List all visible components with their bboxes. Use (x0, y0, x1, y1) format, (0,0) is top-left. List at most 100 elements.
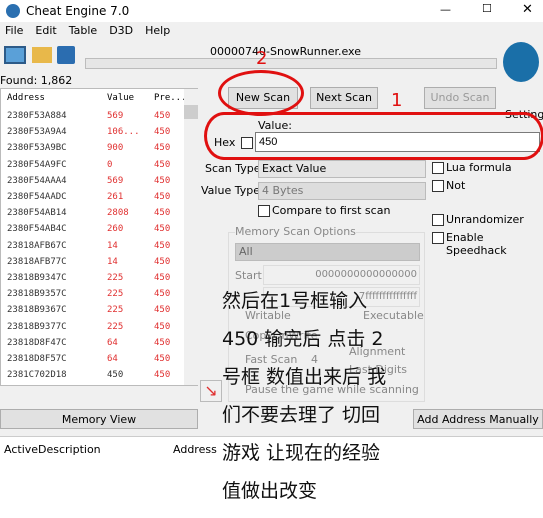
start-label: Start (235, 269, 262, 282)
col-description[interactable]: Description (38, 443, 101, 456)
caption-line: 号框 数值出来后 我 (222, 366, 387, 388)
scan-type-label: Scan Type (205, 162, 261, 175)
close-button[interactable]: ✕ (522, 2, 533, 17)
cheat-engine-logo[interactable] (503, 42, 539, 82)
open-process-icon[interactable] (4, 46, 26, 64)
caption-line: 们不要去理了 切回 (222, 404, 381, 426)
address-cell: 2380F53A884 (7, 111, 67, 121)
window-title: Cheat Engine 7.0 (26, 4, 130, 18)
unrandomizer-checkbox[interactable] (432, 214, 444, 226)
previous-cell: 450 (154, 175, 171, 186)
value-cell: 225 (107, 273, 124, 283)
previous-cell: 450 (154, 127, 171, 138)
add-to-list-arrow-icon[interactable]: ↘ (200, 380, 222, 402)
list-item[interactable]: 2380F54AB4C 260 450 (1, 222, 181, 238)
previous-cell: 450 (154, 370, 171, 381)
previous-cell: 450 (154, 208, 171, 219)
col-address[interactable]: Address (173, 443, 217, 456)
speedhack-label: Enable Speedhack (446, 231, 507, 257)
col-active[interactable]: Active (4, 443, 38, 456)
executable-label[interactable]: Executable (363, 309, 424, 322)
list-item[interactable]: 23818B9357C 225 450 (1, 287, 181, 303)
menu-help[interactable]: Help (145, 24, 170, 40)
previous-cell: 450 (154, 337, 171, 348)
app-icon (6, 4, 20, 18)
speedhack-checkbox[interactable] (432, 232, 444, 244)
scrollbar[interactable] (184, 89, 198, 385)
caption-line: 游戏 让现在的经验 (222, 442, 381, 464)
save-icon[interactable] (57, 46, 75, 64)
value-cell: 569 (107, 175, 124, 186)
memory-view-button[interactable]: Memory View (0, 409, 198, 429)
previous-cell: 450 (154, 111, 171, 121)
previous-cell: 450 (154, 224, 171, 235)
col-address[interactable]: Address (7, 93, 45, 103)
previous-cell: 450 (154, 143, 171, 154)
value-cell: 261 (107, 192, 124, 202)
not-checkbox[interactable] (432, 180, 444, 192)
list-item[interactable]: 23818B9347C 225 450 (1, 271, 181, 287)
address-cell: 23818D8F47C (7, 337, 67, 348)
previous-cell: 450 (154, 256, 171, 267)
previous-cell: 450 (154, 321, 171, 332)
menu-file[interactable]: File (5, 24, 23, 40)
value-type-select[interactable]: 4 Bytes (258, 182, 426, 200)
address-cell: 2380F54AB14 (7, 208, 67, 219)
list-item[interactable]: 23818D8F57C 64 450 (1, 352, 181, 368)
list-item[interactable]: 2380F53A884 569 450 (1, 109, 181, 125)
found-count: Found: 1,862 (0, 74, 73, 87)
value-cell: 64 (107, 354, 118, 364)
list-item[interactable]: 2381C702D18 450 450 (1, 368, 181, 384)
progress-bar (85, 58, 497, 69)
address-cell: 2380F53A9BC (7, 143, 67, 154)
value-cell: 260 (107, 224, 124, 235)
value-cell: 225 (107, 289, 124, 300)
address-cell: 23818AFB67C (7, 240, 67, 251)
col-previous[interactable]: Pre... (154, 93, 187, 103)
unrandomizer-label: Unrandomizer (446, 213, 524, 226)
list-header: Address Value Pre... (1, 91, 187, 107)
compare-first-checkbox[interactable] (258, 205, 270, 217)
list-item[interactable]: 2380F54AB14 2808 450 (1, 206, 181, 222)
value-cell: 569 (107, 111, 124, 121)
undo-scan-button[interactable]: Undo Scan (424, 87, 496, 109)
list-item[interactable]: 23818B9377C 225 450 (1, 320, 181, 336)
previous-cell: 450 (154, 289, 171, 300)
next-scan-button[interactable]: Next Scan (310, 87, 378, 109)
menu-table[interactable]: Table (69, 24, 97, 40)
results-list[interactable]: Address Value Pre... 2380F53A884 569 450 23… (0, 88, 198, 386)
address-cell: 23818B9347C (7, 273, 67, 283)
annotation-circle-new-scan (218, 70, 304, 116)
address-cell: 2380F53A9A4 (7, 127, 67, 138)
list-item[interactable]: 2380F53A9A4 106... 450 (1, 125, 181, 141)
list-item[interactable]: 23818AFB67C 14 450 (1, 239, 181, 255)
open-folder-icon[interactable] (32, 47, 52, 63)
value-cell: 450 (107, 370, 124, 381)
minimize-button[interactable]: — (440, 3, 451, 16)
menu-edit[interactable]: Edit (35, 24, 56, 40)
address-cell: 2380F54A9FC (7, 159, 67, 170)
list-item[interactable]: 2380F54AAA4 569 450 (1, 174, 181, 190)
list-item[interactable]: 23818AFB77C 14 450 (1, 255, 181, 271)
value-cell: 64 (107, 337, 118, 348)
list-item[interactable]: 2380F53A9BC 900 450 (1, 141, 181, 157)
list-item[interactable]: 2380F54A9FC 0 450 (1, 158, 181, 174)
list-item[interactable]: 23818B9367C 225 450 (1, 303, 181, 319)
region-select[interactable]: All (235, 243, 420, 261)
list-item[interactable]: 23818D8F47C 64 450 (1, 336, 181, 352)
scan-type-select[interactable]: Exact Value (258, 160, 426, 178)
list-item[interactable]: 2380F54AADC 261 450 (1, 190, 181, 206)
col-value[interactable]: Value (107, 93, 134, 103)
start-input[interactable]: 0000000000000000 (263, 265, 420, 285)
value-cell: 14 (107, 256, 118, 267)
previous-cell: 450 (154, 354, 171, 364)
address-cell: 2380F54AAA4 (7, 175, 67, 186)
menu-d3d[interactable]: D3D (109, 24, 133, 40)
lua-formula-label: Lua formula (446, 161, 512, 174)
maximize-button[interactable]: ☐ (482, 2, 492, 15)
menu-bar: File Edit Table D3D Help (0, 24, 170, 40)
previous-cell: 450 (154, 305, 171, 316)
lua-formula-checkbox[interactable] (432, 162, 444, 174)
add-address-manually-button[interactable]: Add Address Manually (413, 409, 543, 429)
address-cell: 23818B9357C (7, 289, 67, 300)
